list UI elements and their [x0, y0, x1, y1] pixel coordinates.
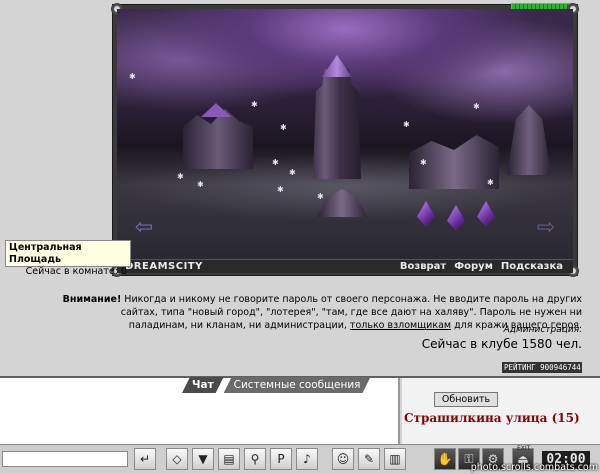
- nav-left-arrow-icon[interactable]: ⇦: [129, 217, 159, 239]
- tooltip-subtitle: Сейчас в комнате: 0: [25, 266, 127, 277]
- online-count: Сейчас в клубе 1580 чел.: [421, 337, 582, 351]
- notice-lead: Внимание!: [62, 294, 122, 305]
- city-scene: ✱ ✱ ✱ ✱ ✱ ✱ ✱ ✱ ✱ ✱ ✱ ✱ ✱ ⇦ ⇨: [117, 9, 573, 259]
- eraser-icon[interactable]: ◇: [166, 448, 188, 470]
- music-note-icon[interactable]: ♪: [296, 448, 318, 470]
- snowflake-icon: ✱: [403, 120, 410, 129]
- snowflake-icon: ✱: [420, 158, 427, 167]
- game-logo: DREAMSCITY: [125, 261, 203, 272]
- chat-input[interactable]: [2, 451, 128, 467]
- scene-frame: ✱ ✱ ✱ ✱ ✱ ✱ ✱ ✱ ✱ ✱ ✱ ✱ ✱ ⇦ ⇨ DREAMSCITY…: [111, 3, 579, 277]
- admin-signature: Администрация.: [503, 325, 582, 335]
- scroll-icon[interactable]: ▥: [384, 448, 406, 470]
- scene-bottom-bar: DREAMSCITY Возврат Форум Подсказка: [117, 259, 573, 273]
- photo-watermark: photo.scrolls.combats.com: [470, 462, 598, 473]
- book-icon[interactable]: ▤: [218, 448, 240, 470]
- snowflake-icon: ✱: [289, 168, 296, 177]
- exit-label: EXIT: [517, 445, 531, 452]
- page-root: ✱ ✱ ✱ ✱ ✱ ✱ ✱ ✱ ✱ ✱ ✱ ✱ ✱ ⇦ ⇨ DREAMSCITY…: [0, 0, 600, 474]
- send-enter-icon[interactable]: ↵: [134, 448, 156, 470]
- snowflake-icon: ✱: [317, 192, 324, 201]
- snowflake-icon: ✱: [280, 123, 287, 132]
- far-right-building[interactable]: [507, 105, 551, 175]
- notice-link[interactable]: только взломщикам: [350, 320, 451, 331]
- refresh-button[interactable]: Обновить: [434, 392, 498, 407]
- link-forum[interactable]: Форум: [454, 260, 493, 274]
- link-return[interactable]: Возврат: [400, 260, 446, 274]
- filter-icon[interactable]: ▼: [192, 448, 214, 470]
- snowflake-icon: ✱: [272, 158, 279, 167]
- snowflake-icon: ✱: [197, 180, 204, 189]
- snowflake-icon: ✱: [277, 185, 284, 194]
- scene-links: Возврат Форум Подсказка: [400, 260, 563, 274]
- snowflake-icon: ✱: [473, 102, 480, 111]
- snowflake-icon: ✱: [487, 178, 494, 187]
- location-tooltip: Центральная Площадь Сейчас в комнате: 0: [5, 240, 131, 277]
- snowflake-icon: ✱: [129, 72, 136, 81]
- central-tower-crystal: [322, 55, 352, 77]
- room-panel: Обновить Страшилкина улица (15): [402, 378, 600, 444]
- chat-tabs: Чат Системные сообщения: [182, 377, 371, 393]
- tooltip-title: Центральная Площадь: [9, 242, 82, 265]
- nav-right-arrow-icon[interactable]: ⇨: [531, 217, 561, 239]
- smiley-icon[interactable]: ☺: [332, 448, 354, 470]
- bottom-toolbar: ↵ ◇ ▼ ▤ ⚲ P ♪ ☺ ✎ ▥ ✋ ⚿ ⚙ ⏏ EXIT 02:00 p…: [0, 444, 600, 474]
- walking-man-icon[interactable]: ⚲: [244, 448, 266, 470]
- tab-system-messages[interactable]: Системные сообщения: [224, 377, 371, 393]
- snowflake-icon: ✱: [177, 172, 184, 181]
- private-chat-icon[interactable]: P: [270, 448, 292, 470]
- central-tower-building[interactable]: [313, 69, 361, 179]
- left-building[interactable]: [183, 109, 253, 169]
- snowflake-icon: ✱: [251, 100, 258, 109]
- current-location[interactable]: Страшилкина улица (15): [404, 411, 580, 425]
- left-building-roof: [201, 103, 231, 117]
- link-hint[interactable]: Подсказка: [501, 260, 563, 274]
- rating-badge[interactable]: РЕЙТИНГ 900946744: [502, 362, 582, 373]
- tab-chat[interactable]: Чат: [182, 377, 224, 393]
- hand-icon[interactable]: ✋: [434, 448, 456, 470]
- clear-chat-icon[interactable]: ✎: [358, 448, 380, 470]
